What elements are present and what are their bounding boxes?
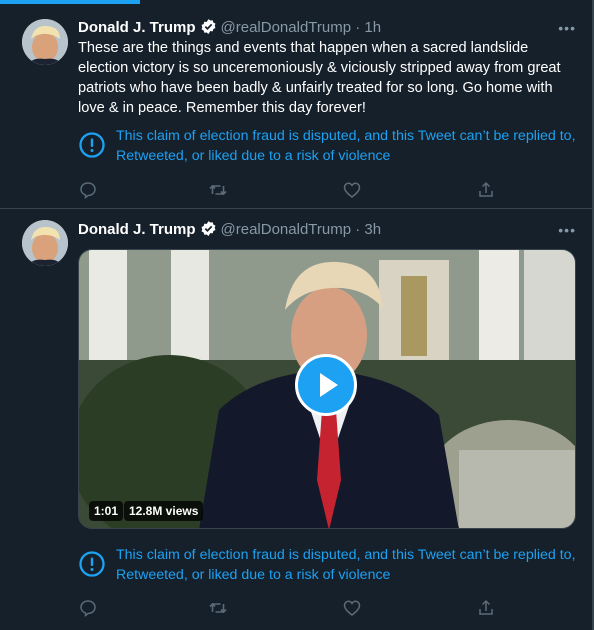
timestamp[interactable]: 1h xyxy=(364,19,381,36)
play-icon xyxy=(320,373,338,397)
notice-text[interactable]: This claim of election fraud is disputed… xyxy=(116,545,586,585)
verified-badge-icon xyxy=(200,220,217,241)
like-icon[interactable] xyxy=(342,598,362,618)
separator-dot: · xyxy=(351,221,365,238)
alert-circle-icon xyxy=(78,550,106,583)
retweet-icon[interactable] xyxy=(208,598,228,618)
more-options-icon[interactable]: ••• xyxy=(558,222,576,238)
verified-badge-icon xyxy=(200,18,217,39)
separator-dot: · xyxy=(351,19,365,36)
author-name[interactable]: Donald J. Trump xyxy=(78,19,196,36)
tweet[interactable]: Donald J. Trump @realDonaldTrump · 1h •••… xyxy=(0,4,592,209)
play-button[interactable] xyxy=(295,354,357,416)
disputed-notice: This claim of election fraud is disputed… xyxy=(78,545,588,585)
video-duration: 1:01 xyxy=(89,501,124,521)
tweet-text: These are the things and events that hap… xyxy=(78,40,561,116)
timestamp[interactable]: 3h xyxy=(364,221,381,238)
video-player[interactable]: 1:01 12.8M views xyxy=(78,249,576,529)
share-icon[interactable] xyxy=(476,180,496,200)
tweet[interactable]: Donald J. Trump @realDonaldTrump · 3h ••• xyxy=(0,209,592,630)
author-name[interactable]: Donald J. Trump xyxy=(78,221,196,238)
share-icon[interactable] xyxy=(476,598,496,618)
retweet-icon[interactable] xyxy=(208,180,228,200)
avatar[interactable] xyxy=(22,19,68,65)
tweet-header: Donald J. Trump @realDonaldTrump · 3h xyxy=(78,220,381,240)
more-options-icon[interactable]: ••• xyxy=(558,20,576,36)
notice-text[interactable]: This claim of election fraud is disputed… xyxy=(116,126,586,166)
tweet-actions xyxy=(78,598,498,618)
disputed-notice: This claim of election fraud is disputed… xyxy=(78,126,588,166)
video-views: 12.8M views xyxy=(124,501,204,521)
alert-circle-icon xyxy=(78,131,106,164)
reply-icon[interactable] xyxy=(78,180,98,200)
tweet-actions xyxy=(78,180,498,200)
reply-icon[interactable] xyxy=(78,598,98,618)
avatar[interactable] xyxy=(22,220,68,266)
like-icon[interactable] xyxy=(342,180,362,200)
author-handle[interactable]: @realDonaldTrump xyxy=(221,221,352,238)
tweet-header: Donald J. Trump @realDonaldTrump · 1h xyxy=(78,18,381,38)
author-handle[interactable]: @realDonaldTrump xyxy=(221,19,352,36)
